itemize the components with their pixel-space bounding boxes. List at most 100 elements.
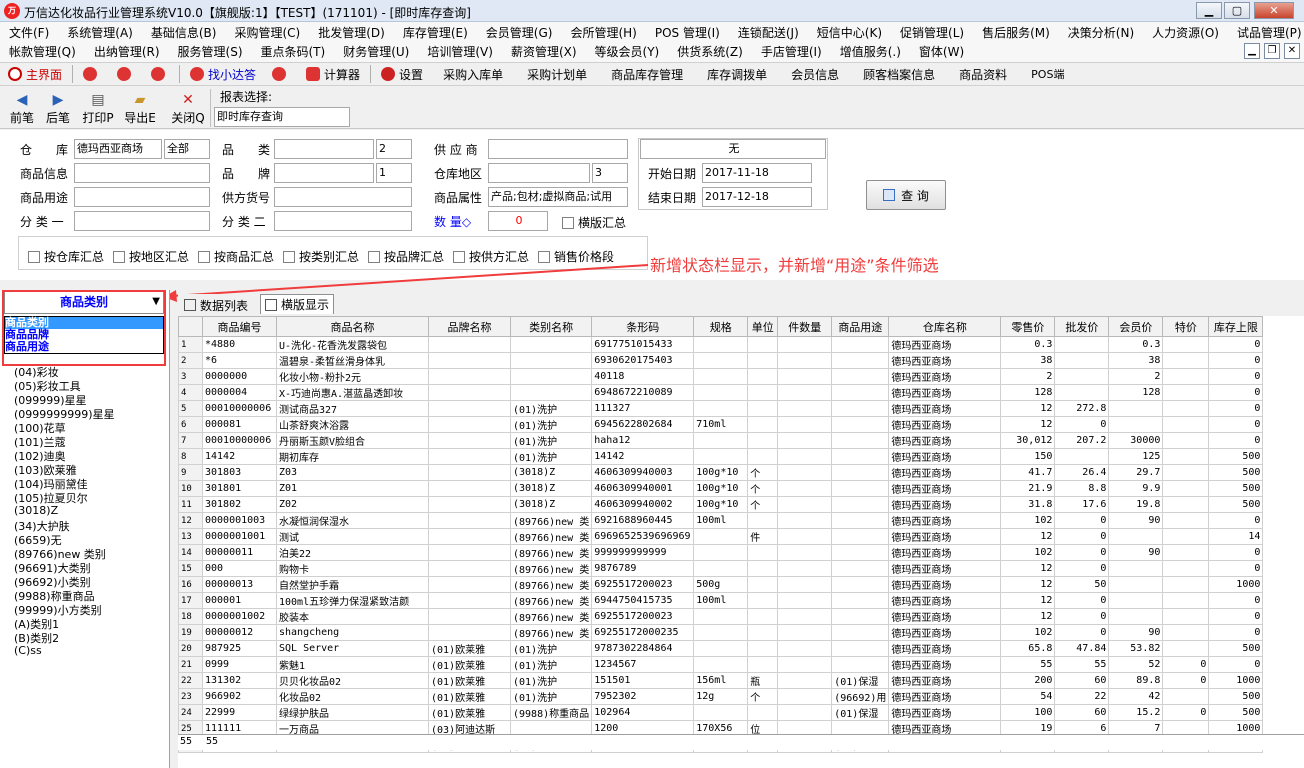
menu-item[interactable]: 基础信息(B) (142, 24, 226, 41)
pos-button[interactable]: POS端 (1019, 63, 1076, 85)
table-row[interactable]: 14 00000011 泊美22 (89766)new 类 999999999999 德玛… (178, 544, 1264, 561)
chat-button[interactable] (109, 63, 143, 85)
menu-item[interactable]: 促销管理(L) (891, 24, 973, 41)
menu-item[interactable]: 短信中心(K) (808, 24, 891, 41)
product-data-button[interactable]: 商品资料 (947, 63, 1019, 85)
close-report-button[interactable]: ✕ 关闭Q (170, 91, 206, 126)
column-header[interactable]: 批发价 (1054, 316, 1110, 337)
menu-item[interactable]: 窗体(W) (910, 43, 973, 60)
table-row[interactable]: 5 00010000006 测试商品327 (01)洗护 111327 德玛西亚商场 12 2… (178, 400, 1264, 417)
menu-item[interactable]: 出纳管理(R) (85, 43, 169, 60)
help-button[interactable]: 找小达答 (182, 63, 264, 85)
class1-input[interactable] (74, 211, 210, 231)
table-row[interactable]: 15 000 购物卡 (89766)new 类 9876789 德玛西亚商场 12 0 0 (178, 560, 1264, 577)
class2-input[interactable] (274, 211, 412, 231)
warehouse-scope-input[interactable]: 全部 (164, 139, 210, 159)
table-row[interactable]: 1 *4880 U-洗化-花香洗发露袋包 6917751015433 德玛西亚商场 0.3… (178, 336, 1264, 353)
column-header[interactable]: 商品用途 (831, 316, 890, 337)
customer-file-button[interactable]: 顾客档案信息 (851, 63, 947, 85)
table-row[interactable]: 18 0000001002 胶装本 (89766)new 类 6925517200023… (178, 608, 1264, 625)
brand-input[interactable] (274, 163, 374, 183)
mdi-restore-icon[interactable]: ❐ (1264, 43, 1280, 59)
menu-item[interactable]: 库存管理(E) (394, 24, 477, 41)
table-row[interactable]: 4 0000004 X-巧迪尚惠A.湛蓝晶透卸妆 6948672210089 德玛西亚商… (178, 384, 1264, 401)
menu-item[interactable]: 系统管理(A) (58, 24, 142, 41)
table-row[interactable]: 16 00000013 自然堂护手霜 (89766)new 类 692551720002… (178, 576, 1264, 593)
quantity-input[interactable]: 0 (488, 211, 548, 231)
category-input[interactable] (274, 139, 374, 159)
menu-item[interactable]: 决策分析(N) (1059, 24, 1143, 41)
end-date-input[interactable]: 2017-12-18 (702, 187, 812, 207)
column-header[interactable]: 特价 (1162, 316, 1210, 337)
layout-summary-checkbox[interactable]: 横版汇总 (562, 214, 626, 231)
menu-item[interactable]: 手店管理(I) (752, 43, 831, 60)
menu-item[interactable]: 人力资源(O) (1143, 24, 1228, 41)
table-row[interactable]: 6 000081 山茶舒爽沐浴露 (01)洗护 6945622802684 710ml 德玛… (178, 416, 1264, 433)
export-button[interactable]: ▰ 导出E (122, 91, 158, 126)
table-row[interactable]: 11 301802 Z02 (3018)Z 4606309940002 100g*10 个 德… (178, 496, 1264, 513)
product-info-input[interactable] (74, 163, 210, 183)
lock-button[interactable] (75, 63, 109, 85)
menu-item[interactable]: 连锁配送(J) (729, 24, 808, 41)
menu-item[interactable]: 会员管理(G) (477, 24, 562, 41)
minimize-button[interactable]: ▁ (1196, 2, 1222, 19)
supplier-input[interactable] (488, 139, 628, 159)
attribute-input[interactable]: 产品;包材;虚拟商品;试用 (488, 187, 628, 207)
menu-item[interactable]: 试品管理(P) (1228, 24, 1304, 41)
tree-item[interactable]: (C)ss (14, 644, 42, 657)
member-info-button[interactable]: 会员信息 (779, 63, 851, 85)
column-header[interactable] (178, 316, 203, 337)
menu-item[interactable]: 培训管理(V) (418, 43, 502, 60)
table-row[interactable]: 23 966902 化妆品02 (01)欧莱雅 (01)洗护 7952302 12g 个 (96… (178, 688, 1264, 705)
menu-item[interactable]: 售后服务(M) (973, 24, 1059, 41)
menu-item[interactable]: 重点条码(T) (252, 43, 335, 60)
warehouse-input[interactable]: 德玛西亚商场 (74, 139, 162, 159)
column-header[interactable]: 库存上限 (1208, 316, 1264, 337)
home-button[interactable]: 主界面 (0, 63, 70, 85)
mdi-close-icon[interactable]: ✕ (1284, 43, 1300, 59)
table-row[interactable]: 22 131302 贝贝化妆品02 (01)欧莱雅 (01)洗护 151501 156ml 瓶… (178, 672, 1264, 689)
product-use-input[interactable] (74, 187, 210, 207)
start-date-input[interactable]: 2017-11-18 (702, 163, 812, 183)
print-button[interactable]: ▤ 打印P (80, 91, 116, 126)
supplier-code-input[interactable] (274, 187, 412, 207)
menu-item[interactable]: 财务管理(U) (334, 43, 418, 60)
purchase-plan-button[interactable]: 采购计划单 (515, 63, 599, 85)
table-row[interactable]: 10 301801 Z01 (3018)Z 4606309940001 100g*10 个 德… (178, 480, 1264, 497)
menu-item[interactable]: 批发管理(D) (309, 24, 394, 41)
menu-item[interactable]: 薪资管理(X) (502, 43, 586, 60)
report-select-input[interactable]: 即时库存查询 (214, 107, 350, 127)
maximize-button[interactable]: ▢ (1224, 2, 1250, 19)
table-row[interactable]: 12 0000001003 水凝恒润保湿水 (89766)new 类 692168896… (178, 512, 1264, 529)
menu-item[interactable]: 供货系统(Z) (668, 43, 752, 60)
menu-item[interactable]: POS 管理(I) (646, 24, 729, 41)
column-header[interactable]: 规格 (693, 316, 749, 337)
region-input[interactable] (488, 163, 590, 183)
bulb-button[interactable] (143, 63, 177, 85)
table-row[interactable]: 20 987925 SQL Server (01)欧莱雅 (01)洗护 978730228… (178, 640, 1264, 657)
menu-item[interactable]: 等级会员(Y) (586, 43, 669, 60)
column-header[interactable]: 条形码 (591, 316, 695, 337)
column-header[interactable]: 类别名称 (509, 316, 593, 337)
table-row[interactable]: 7 00010000006 丹丽斯玉颜V脸组合 (01)洗护 haha12 德玛西亚商场 3… (178, 432, 1264, 449)
table-row[interactable]: 8 14142 期初库存 (01)洗护 14142 德玛西亚商场 150 125 500 (178, 448, 1264, 465)
table-row[interactable]: 3 0000000 化妆小物-粉扑2元 40118 德玛西亚商场 2 2 0 (178, 368, 1264, 385)
menu-item[interactable]: 帐款管理(Q) (0, 43, 85, 60)
column-header[interactable]: 零售价 (1000, 316, 1056, 337)
menu-item[interactable]: 文件(F) (0, 24, 58, 41)
summary-warehouse-checkbox[interactable]: 按仓库汇总 (28, 248, 104, 265)
mdi-minimize-icon[interactable]: ▁ (1244, 43, 1260, 59)
column-header[interactable]: 商品名称 (276, 316, 429, 337)
tab-data-list[interactable]: 数据列表 (184, 296, 248, 314)
table-row[interactable]: 13 0000001001 测试 (89766)new 类 69696525396969… (178, 528, 1264, 545)
column-header[interactable]: 单位 (747, 316, 779, 337)
status-input[interactable]: 无 (640, 139, 826, 159)
menu-item[interactable]: 服务管理(S) (169, 43, 252, 60)
house-button[interactable] (264, 63, 298, 85)
stock-grid[interactable]: 商品编号 商品名称 品牌名称 类别名称 条形码 规格 单位 件数量 商品用途 仓库名称 零售价 批发价… (178, 316, 1304, 768)
table-row[interactable]: 19 00000012 shangcheng (89766)new 类 69255172… (178, 624, 1264, 641)
menu-item[interactable]: 会所管理(H) (561, 24, 645, 41)
table-row[interactable]: 24 22999 绿绿护肤品 (01)欧莱雅 (9988)称重商品 102964 (01)保… (178, 704, 1264, 721)
tree-item[interactable]: (3018)Z (14, 504, 58, 517)
tab-horizontal-view[interactable]: 横版显示 (260, 294, 335, 314)
